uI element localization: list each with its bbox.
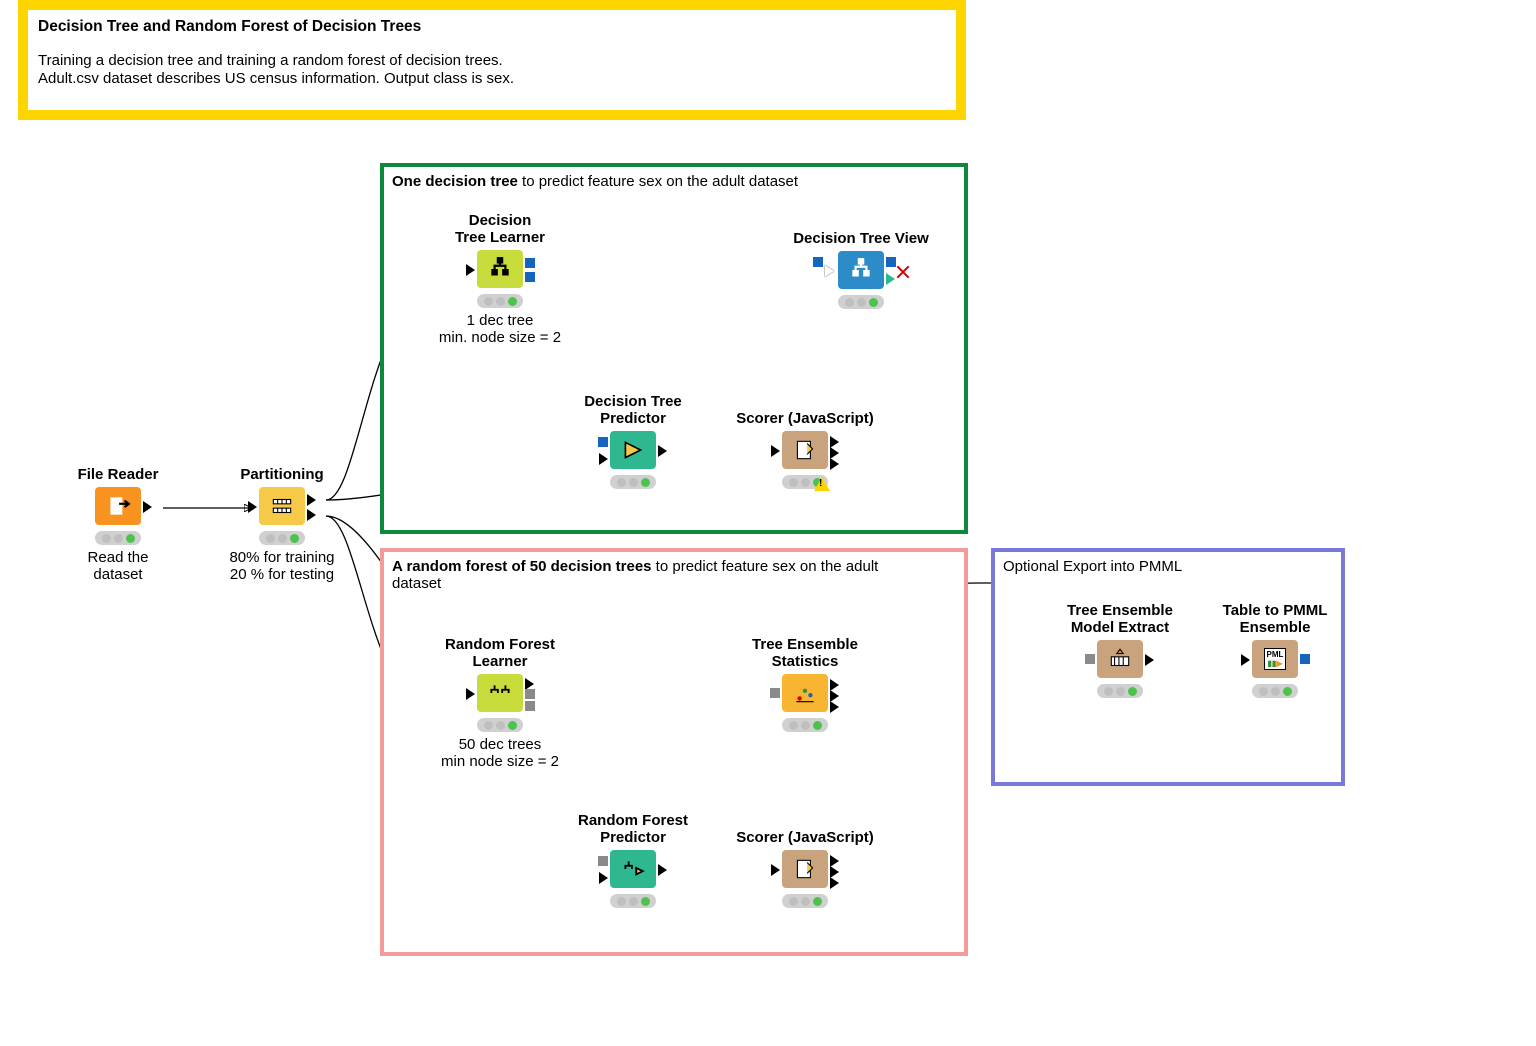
workflow-description-title: Decision Tree and Random Forest of Decis… (38, 18, 946, 36)
node-random-forest-predictor[interactable]: Random Forest Predictor (558, 812, 708, 908)
node-rf-predictor-label: Random Forest Predictor (558, 812, 708, 846)
node-partitioning[interactable]: Partitioning 80% for training 20 % for t… (222, 466, 342, 583)
workflow-canvas: Decision Tree and Random Forest of Decis… (0, 0, 1536, 1046)
pmml-icon: PML▮▮▶ (1252, 640, 1298, 678)
group-pmml-export-title: Optional Export into PMML (1003, 558, 1333, 575)
forest-learner-icon (477, 674, 523, 712)
traffic-light-icon (259, 531, 305, 545)
traffic-light-icon (1097, 684, 1143, 698)
partitioning-icon (259, 487, 305, 525)
node-partitioning-caption: 80% for training 20 % for testing (222, 549, 342, 583)
traffic-light-icon (1252, 684, 1298, 698)
group-one-decision-tree-title: One decision tree to predict feature sex… (392, 173, 956, 190)
node-partitioning-label: Partitioning (222, 466, 342, 483)
tree-learner-icon (477, 250, 523, 288)
node-tree-ensemble-model-extract[interactable]: Tree Ensemble Model Extract (1040, 602, 1200, 698)
model-extract-icon (1097, 640, 1143, 678)
node-te-extract-label: Tree Ensemble Model Extract (1040, 602, 1200, 636)
traffic-light-icon (477, 294, 523, 308)
node-decision-tree-predictor[interactable]: Decision Tree Predictor (558, 393, 708, 489)
statistics-icon (782, 674, 828, 712)
node-file-reader-caption: Read the dataset (58, 549, 178, 583)
node-tree-ensemble-statistics[interactable]: Tree Ensemble Statistics (720, 636, 890, 732)
node-decision-tree-view[interactable]: Decision Tree View (776, 230, 946, 309)
node-dt-predictor-label: Decision Tree Predictor (558, 393, 708, 427)
node-scorer-1-label: Scorer (JavaScript) (720, 410, 890, 427)
node-table-to-pmml-ensemble[interactable]: Table to PMML Ensemble PML▮▮▶ (1200, 602, 1350, 698)
node-scorer-1[interactable]: Scorer (JavaScript) (720, 410, 890, 489)
scorer-icon (782, 850, 828, 888)
workflow-description-body: Training a decision tree and training a … (38, 52, 946, 88)
missing-connection-icon (896, 265, 910, 279)
traffic-light-icon (610, 475, 656, 489)
node-decision-tree-learner[interactable]: Decision Tree Learner 1 dec tree min. no… (420, 212, 580, 346)
warning-icon (814, 477, 830, 491)
traffic-light-icon (838, 295, 884, 309)
traffic-light-icon (782, 894, 828, 908)
workflow-description-box: Decision Tree and Random Forest of Decis… (18, 0, 966, 120)
node-random-forest-learner[interactable]: Random Forest Learner 50 dec trees min n… (420, 636, 580, 770)
node-to-pmml-label: Table to PMML Ensemble (1200, 602, 1350, 636)
traffic-light-icon (782, 718, 828, 732)
group-random-forest-title: A random forest of 50 decision trees to … (392, 558, 912, 592)
tree-predictor-icon (610, 431, 656, 469)
node-dt-learner-label: Decision Tree Learner (420, 212, 580, 246)
traffic-light-icon (477, 718, 523, 732)
traffic-light-icon (782, 475, 828, 489)
node-file-reader-label: File Reader (58, 466, 178, 483)
traffic-light-icon (610, 894, 656, 908)
node-rf-learner-label: Random Forest Learner (420, 636, 580, 670)
node-dt-learner-caption: 1 dec tree min. node size = 2 (420, 312, 580, 346)
node-rf-learner-caption: 50 dec trees min node size = 2 (420, 736, 580, 770)
node-file-reader[interactable]: File Reader Read the dataset (58, 466, 178, 583)
node-te-stats-label: Tree Ensemble Statistics (720, 636, 890, 670)
forest-predictor-icon (610, 850, 656, 888)
scorer-icon (782, 431, 828, 469)
file-reader-icon (95, 487, 141, 525)
node-dt-view-label: Decision Tree View (776, 230, 946, 247)
tree-view-icon (838, 251, 884, 289)
node-scorer-2[interactable]: Scorer (JavaScript) (720, 829, 890, 908)
node-scorer-2-label: Scorer (JavaScript) (720, 829, 890, 846)
traffic-light-icon (95, 531, 141, 545)
